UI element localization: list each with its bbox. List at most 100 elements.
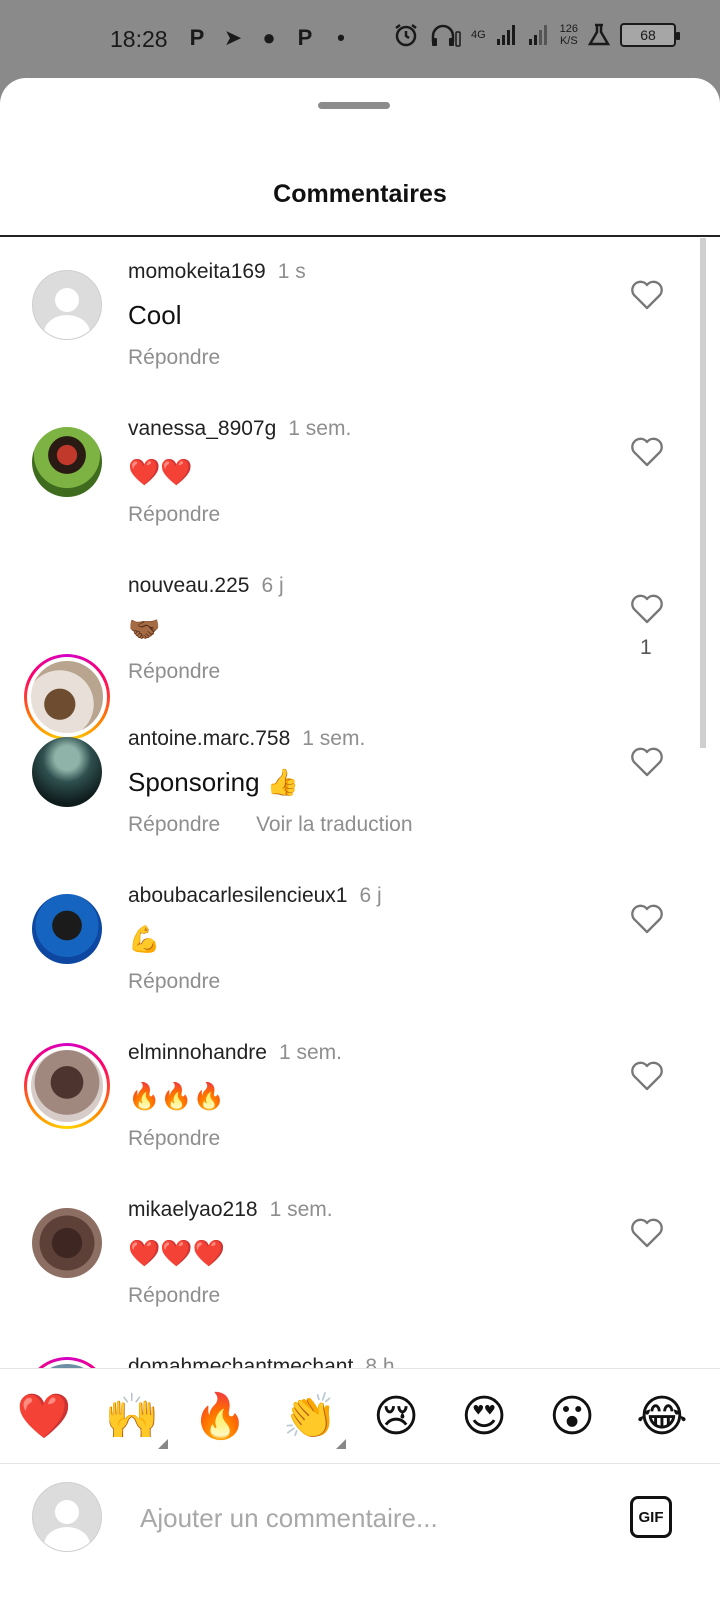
see-translation-button[interactable]: Voir la traduction bbox=[256, 813, 412, 836]
comment-username[interactable]: vanessa_8907g 1 sem. bbox=[128, 417, 351, 441]
headphones-icon bbox=[431, 24, 461, 47]
user-photo bbox=[32, 894, 102, 964]
comment-item: nouveau.225 6 j 🤝🏾 Répondre 1 bbox=[0, 552, 720, 740]
comment-age: 1 sem. bbox=[278, 1041, 342, 1064]
comment-list[interactable]: momokeita169 1 s Cool Répondre vanessa_89… bbox=[0, 238, 720, 1368]
heart-outline-icon[interactable] bbox=[630, 747, 664, 777]
notification-icons: P ➤ ● P • bbox=[186, 24, 352, 52]
comment-username[interactable]: aboubacarlesilencieux1 6 j bbox=[128, 884, 382, 908]
comment-text: ❤️❤️ bbox=[128, 457, 193, 487]
comment-age: 1 sem. bbox=[288, 417, 352, 440]
sheet-drag-handle[interactable] bbox=[318, 102, 390, 109]
network-type: 4G bbox=[470, 29, 486, 41]
comment-username[interactable]: elminnohandre 1 sem. bbox=[128, 1041, 342, 1065]
scrollbar[interactable] bbox=[700, 238, 706, 748]
comment-actions: Répondre bbox=[128, 346, 220, 370]
comment-item: mikaelyao218 1 sem. ❤️❤️❤️ Répondre bbox=[0, 1180, 720, 1337]
heart-outline-icon[interactable] bbox=[630, 594, 664, 624]
comment-item: elminnohandre 1 sem. 🔥🔥🔥 Répondre bbox=[0, 1023, 720, 1180]
more-notifications-dot-icon: • bbox=[337, 25, 345, 50]
title-divider bbox=[0, 235, 720, 237]
reaction-surprised[interactable]: 😮 bbox=[542, 1389, 602, 1445]
chat-bubble-icon: ● bbox=[262, 25, 276, 50]
reply-button[interactable]: Répondre bbox=[128, 1127, 220, 1150]
comment-username[interactable]: antoine.marc.758 1 sem. bbox=[128, 727, 365, 751]
user-photo bbox=[32, 737, 102, 807]
comment-username[interactable]: momokeita169 1 s bbox=[128, 260, 306, 284]
avatar[interactable] bbox=[32, 427, 102, 497]
comment-actions: Répondre bbox=[128, 660, 220, 684]
heart-outline-icon[interactable] bbox=[630, 437, 664, 467]
default-avatar-icon bbox=[32, 270, 102, 340]
p-app-icon: P bbox=[189, 25, 205, 50]
comment-age: 1 sem. bbox=[269, 1198, 333, 1221]
status-bar: 18:28 P ➤ ● P • 4G 126 K/S 68 bbox=[0, 0, 720, 80]
my-avatar bbox=[32, 1482, 102, 1552]
comment-text: 💪 bbox=[128, 924, 161, 954]
reply-button[interactable]: Répondre bbox=[128, 346, 220, 369]
comment-actions: Répondre Voir la traduction bbox=[128, 813, 413, 837]
comment-username[interactable]: domahmechantmechant 8 h bbox=[128, 1355, 395, 1368]
comment-composer: GIF bbox=[0, 1464, 720, 1599]
reply-button[interactable]: Répondre bbox=[128, 660, 220, 683]
status-time: 18:28 bbox=[110, 26, 168, 52]
battery-indicator: 68 bbox=[620, 23, 680, 47]
comment-age: 1 s bbox=[277, 260, 306, 283]
reaction-fire[interactable]: 🔥 bbox=[190, 1389, 250, 1445]
comment-actions: Répondre bbox=[128, 1284, 220, 1308]
comment-username[interactable]: nouveau.225 6 j bbox=[128, 574, 284, 598]
reaction-heart-eyes[interactable]: 😍 bbox=[454, 1389, 514, 1445]
user-photo bbox=[32, 1208, 102, 1278]
reply-button[interactable]: Répondre bbox=[128, 970, 220, 993]
reply-button[interactable]: Répondre bbox=[128, 503, 220, 526]
avatar-story-ring[interactable] bbox=[24, 1043, 110, 1129]
skin-tone-indicator-icon bbox=[158, 1439, 168, 1449]
comment-text: 🔥🔥🔥 bbox=[128, 1081, 226, 1111]
heart-outline-icon[interactable] bbox=[630, 904, 664, 934]
alarm-icon bbox=[395, 24, 417, 47]
comment-username[interactable]: mikaelyao218 1 sem. bbox=[128, 1198, 333, 1222]
user-photo bbox=[32, 427, 102, 497]
gif-button[interactable]: GIF bbox=[630, 1496, 672, 1538]
reply-button[interactable]: Répondre bbox=[128, 813, 220, 836]
heart-outline-icon[interactable] bbox=[630, 280, 664, 310]
network-speed: 126 K/S bbox=[559, 23, 578, 47]
comment-age: 6 j bbox=[359, 884, 382, 907]
avatar[interactable] bbox=[32, 894, 102, 964]
reaction-clapping[interactable]: 👏 bbox=[280, 1389, 346, 1449]
skin-tone-indicator-icon bbox=[336, 1439, 346, 1449]
heart-outline-icon[interactable] bbox=[630, 1061, 664, 1091]
comment-age: 1 sem. bbox=[302, 727, 366, 750]
comments-sheet: Commentaires momokeita169 1 s Cool Répond… bbox=[0, 78, 720, 1599]
reaction-heart[interactable]: ❤️ bbox=[14, 1389, 74, 1445]
signal-icon bbox=[496, 25, 515, 45]
user-photo bbox=[27, 1360, 107, 1368]
like-count: 1 bbox=[640, 636, 652, 659]
p-app-icon-2: P bbox=[297, 25, 313, 50]
comment-actions: Répondre bbox=[128, 503, 220, 527]
comment-text: Cool bbox=[128, 300, 182, 330]
comment-age: 8 h bbox=[365, 1355, 395, 1368]
comment-text: 🤝🏾 bbox=[128, 614, 161, 644]
reaction-crying[interactable]: 😢 bbox=[366, 1389, 426, 1445]
heart-outline-icon[interactable] bbox=[630, 1218, 664, 1248]
lab-flask-icon bbox=[588, 23, 610, 46]
comment-actions: Répondre bbox=[128, 1127, 220, 1151]
comment-item: vanessa_8907g 1 sem. ❤️❤️ Répondre bbox=[0, 395, 720, 552]
comment-item: antoine.marc.758 1 sem. Sponsoring 👍 Répo… bbox=[0, 709, 720, 866]
reaction-laughing[interactable]: 😂 bbox=[632, 1389, 692, 1445]
default-avatar-icon bbox=[32, 1482, 102, 1552]
reaction-raising-hands[interactable]: 🙌 bbox=[102, 1389, 168, 1449]
comment-input[interactable] bbox=[140, 1498, 580, 1538]
avatar[interactable] bbox=[32, 1208, 102, 1278]
avatar-story-ring[interactable] bbox=[24, 1357, 110, 1368]
avatar[interactable] bbox=[32, 270, 102, 340]
sheet-title: Commentaires bbox=[273, 180, 447, 208]
avatar[interactable] bbox=[32, 737, 102, 807]
system-icons: 4G 126 K/S 68 bbox=[393, 22, 680, 48]
comment-age: 6 j bbox=[261, 574, 284, 597]
comment-item: momokeita169 1 s Cool Répondre bbox=[0, 238, 720, 395]
reply-button[interactable]: Répondre bbox=[128, 1284, 220, 1307]
comment-item: aboubacarlesilencieux1 6 j 💪 Répondre bbox=[0, 866, 720, 1023]
comment-text: ❤️❤️❤️ bbox=[128, 1238, 226, 1268]
